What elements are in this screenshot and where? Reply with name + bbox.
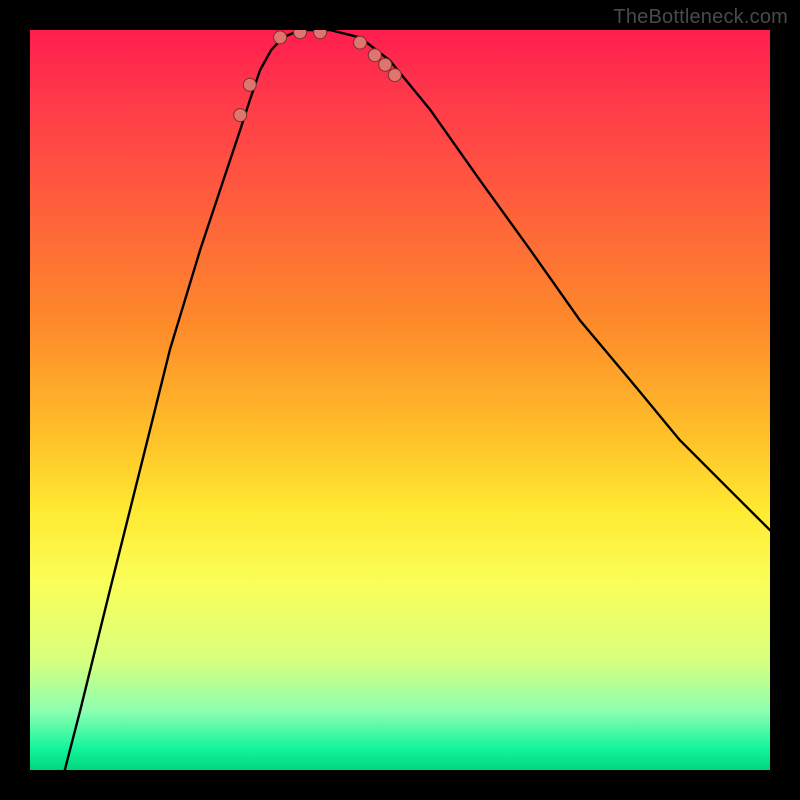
watermark-text: TheBottleneck.com [613, 6, 788, 29]
plot-area [30, 30, 770, 770]
bottleneck-curve [65, 30, 770, 770]
chart-svg [30, 30, 770, 770]
curve-marker [274, 31, 287, 44]
curve-marker [379, 58, 392, 71]
chart-frame: TheBottleneck.com [0, 0, 800, 800]
curve-marker [314, 30, 327, 39]
curve-marker [368, 49, 381, 62]
curve-marker [294, 30, 307, 39]
curve-marker [388, 69, 401, 82]
curve-marker [354, 36, 367, 49]
curve-marker [234, 109, 247, 122]
curve-marker [243, 78, 256, 91]
